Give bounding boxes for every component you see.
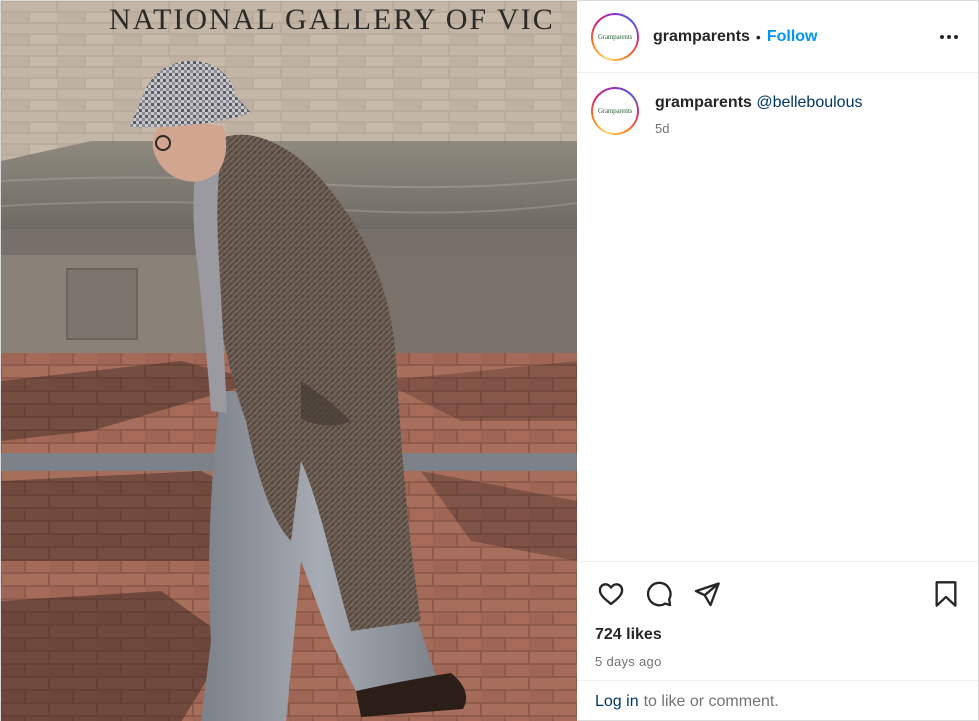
caption-area: Gramparents gramparents @belleboulous 5d xyxy=(577,73,978,562)
avatar-image: Gramparents xyxy=(593,89,637,133)
login-prompt-text: to like or comment. xyxy=(643,692,779,710)
caption-mention[interactable]: @belleboulous xyxy=(756,94,862,111)
caption-username[interactable]: gramparents xyxy=(655,94,752,111)
avatar-image: Gramparents xyxy=(593,14,637,59)
heart-icon xyxy=(598,583,624,606)
post-sidebar: Gramparents gramparents • Follow Grampar… xyxy=(577,1,978,721)
login-link[interactable]: Log in xyxy=(595,693,639,711)
share-icon xyxy=(694,582,720,607)
building-sign: NATIONAL GALLERY OF VIC xyxy=(109,3,555,36)
more-dot xyxy=(940,34,944,39)
avatar-logo-text: Gramparents xyxy=(598,32,632,41)
header-separator: • xyxy=(755,28,761,45)
more-dot xyxy=(947,34,951,39)
bookmark-icon xyxy=(935,581,957,607)
more-options-icon[interactable] xyxy=(936,29,962,45)
profile-avatar[interactable]: Gramparents xyxy=(591,12,639,61)
save-button[interactable] xyxy=(930,578,962,610)
avatar-logo-text: Gramparents xyxy=(598,107,632,115)
caption-avatar[interactable]: Gramparents xyxy=(591,87,639,135)
like-button[interactable] xyxy=(595,578,627,610)
follow-button[interactable]: Follow xyxy=(767,28,818,46)
comment-icon xyxy=(646,581,672,607)
caption-row: Gramparents gramparents @belleboulous 5d xyxy=(591,87,964,136)
post-photo[interactable]: NATIONAL GALLERY OF VIC xyxy=(1,1,577,721)
more-dot xyxy=(954,34,958,39)
share-button[interactable] xyxy=(691,578,723,610)
photo-illustration: NATIONAL GALLERY OF VIC xyxy=(1,1,577,721)
comment-button[interactable] xyxy=(643,578,675,610)
login-prompt: Log in to like or comment. xyxy=(577,680,978,721)
caption-body: gramparents @belleboulous 5d xyxy=(655,87,862,136)
header-username[interactable]: gramparents xyxy=(653,28,750,46)
caption-timestamp[interactable]: 5d xyxy=(655,121,862,136)
instagram-post: NATIONAL GALLERY OF VIC Gramparents gram… xyxy=(0,0,979,721)
post-date[interactable]: 5 days ago xyxy=(577,648,978,680)
post-header: Gramparents gramparents • Follow xyxy=(577,1,978,73)
caption-text: gramparents @belleboulous xyxy=(655,93,862,113)
action-bar xyxy=(577,562,978,626)
like-count[interactable]: 724 likes xyxy=(577,626,978,648)
